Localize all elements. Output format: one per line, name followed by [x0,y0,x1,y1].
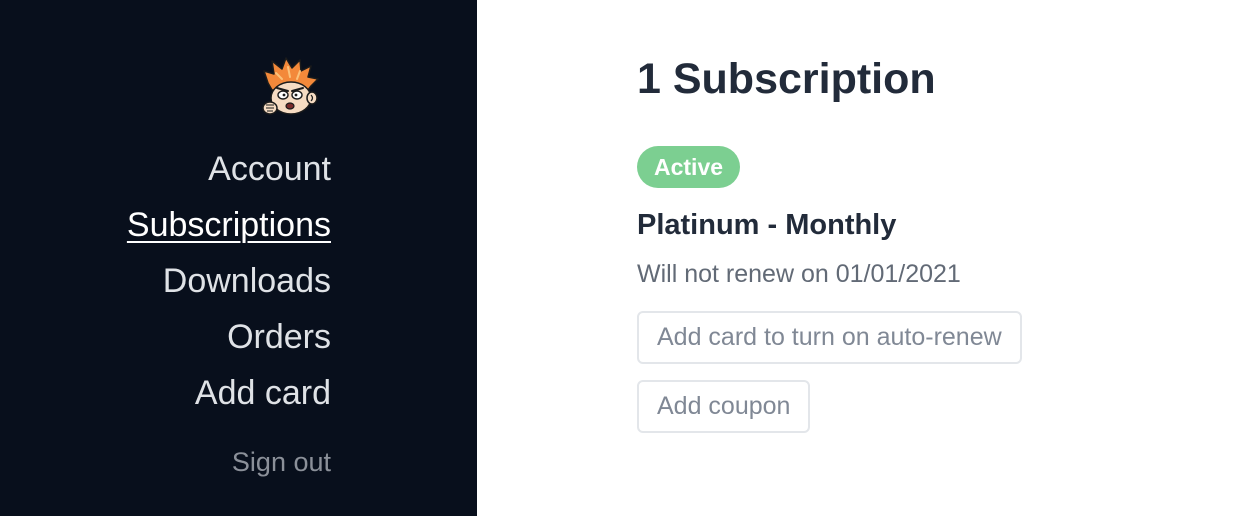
sidebar-nav: Account Subscriptions Downloads Orders A… [127,141,331,421]
sidebar: Account Subscriptions Downloads Orders A… [0,0,477,516]
sidebar-item-account[interactable]: Account [208,141,331,197]
sidebar-item-downloads[interactable]: Downloads [163,253,331,309]
page-title: 1 Subscription [637,55,936,103]
avatar-character-icon [262,57,319,115]
sign-out-link[interactable]: Sign out [232,445,331,479]
main-content: 1 Subscription Active Platinum - Monthly… [477,0,1236,516]
avatar[interactable] [262,57,320,117]
sidebar-item-orders[interactable]: Orders [227,309,331,365]
add-card-auto-renew-button[interactable]: Add card to turn on auto-renew [637,311,1022,364]
renewal-status: Will not renew on 01/01/2021 [637,260,961,288]
sidebar-item-subscriptions[interactable]: Subscriptions [127,197,331,253]
page: Account Subscriptions Downloads Orders A… [0,0,1236,516]
sidebar-item-add-card[interactable]: Add card [195,365,331,421]
status-badge: Active [637,146,741,188]
add-coupon-button[interactable]: Add coupon [637,380,811,433]
plan-name: Platinum - Monthly [637,209,897,241]
